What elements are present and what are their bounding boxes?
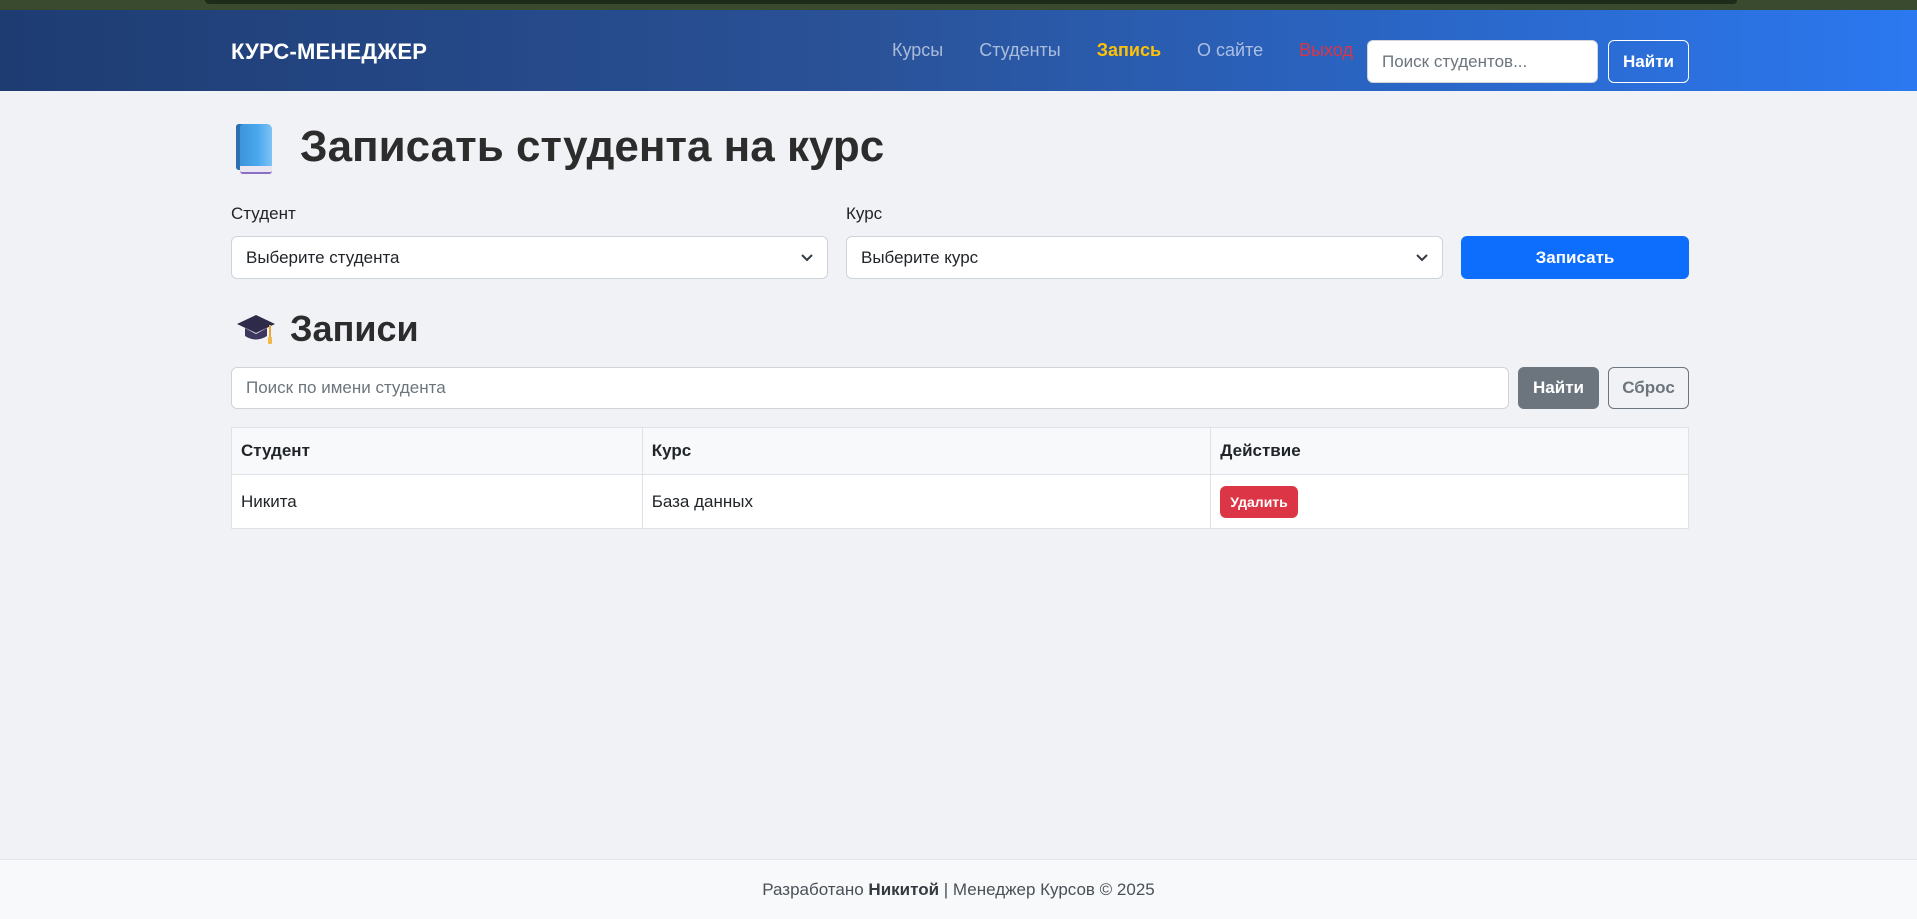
browser-top-strip-inner [205,0,1737,4]
cell-course: База данных [641,474,1212,529]
course-select[interactable]: Выберите курс [846,236,1443,279]
nav-link-about[interactable]: О сайте [1197,40,1263,61]
nav-link-enroll[interactable]: Запись [1097,40,1161,61]
nav-links: Курсы Студенты Запись О сайте Выход [892,40,1389,61]
footer-prefix: Разработано [762,879,864,899]
footer-author: Никитой [868,879,940,899]
records-find-button[interactable]: Найти [1518,367,1599,409]
cell-student: Никита [231,474,643,529]
records-reset-button[interactable]: Сброс [1608,367,1689,409]
page-title: Записать студента на курс [300,122,885,171]
footer-suffix: | Менеджер Курсов © 2025 [943,879,1155,899]
records-title: Записи [290,308,419,349]
column-header-course: Курс [641,427,1212,475]
enroll-title-heading: Записать студента на курс [236,122,885,174]
enroll-submit-button[interactable]: Записать [1461,236,1689,279]
delete-button[interactable]: Удалить [1220,485,1298,518]
nav-link-courses[interactable]: Курсы [892,40,943,61]
course-label: Курс [846,204,883,223]
nav-search-input[interactable] [1367,40,1598,83]
student-select[interactable]: Выберите студента [231,236,828,279]
table-row: Никита База данных Удалить [231,474,1689,529]
column-header-action: Действие [1210,427,1689,475]
browser-top-strip [0,0,1917,10]
navbar: КУРС-МЕНЕДЖЕР Курсы Студенты Запись О са… [0,10,1917,91]
nav-link-logout[interactable]: Выход [1299,40,1353,61]
chevron-down-icon [1416,253,1428,261]
footer: Разработано Никитой | Менеджер Курсов © … [0,859,1917,919]
records-table: Студент Курс Действие Никита База данных… [231,427,1689,529]
course-select-value: Выберите курс [861,247,979,267]
records-heading: Записи [236,308,419,350]
nav-link-students[interactable]: Студенты [979,40,1060,61]
chevron-down-icon [801,253,813,261]
student-label: Студент [231,204,296,223]
cell-action: Удалить [1210,474,1689,529]
records-search-input[interactable] [231,367,1509,409]
book-icon [236,124,272,174]
student-select-value: Выберите студента [246,247,400,267]
nav-search-button[interactable]: Найти [1608,40,1689,83]
graduation-cap-icon [237,315,275,344]
table-header-row: Студент Курс Действие [231,427,1689,475]
column-header-student: Студент [231,427,643,475]
brand-logo[interactable]: КУРС-МЕНЕДЖЕР [231,39,427,65]
